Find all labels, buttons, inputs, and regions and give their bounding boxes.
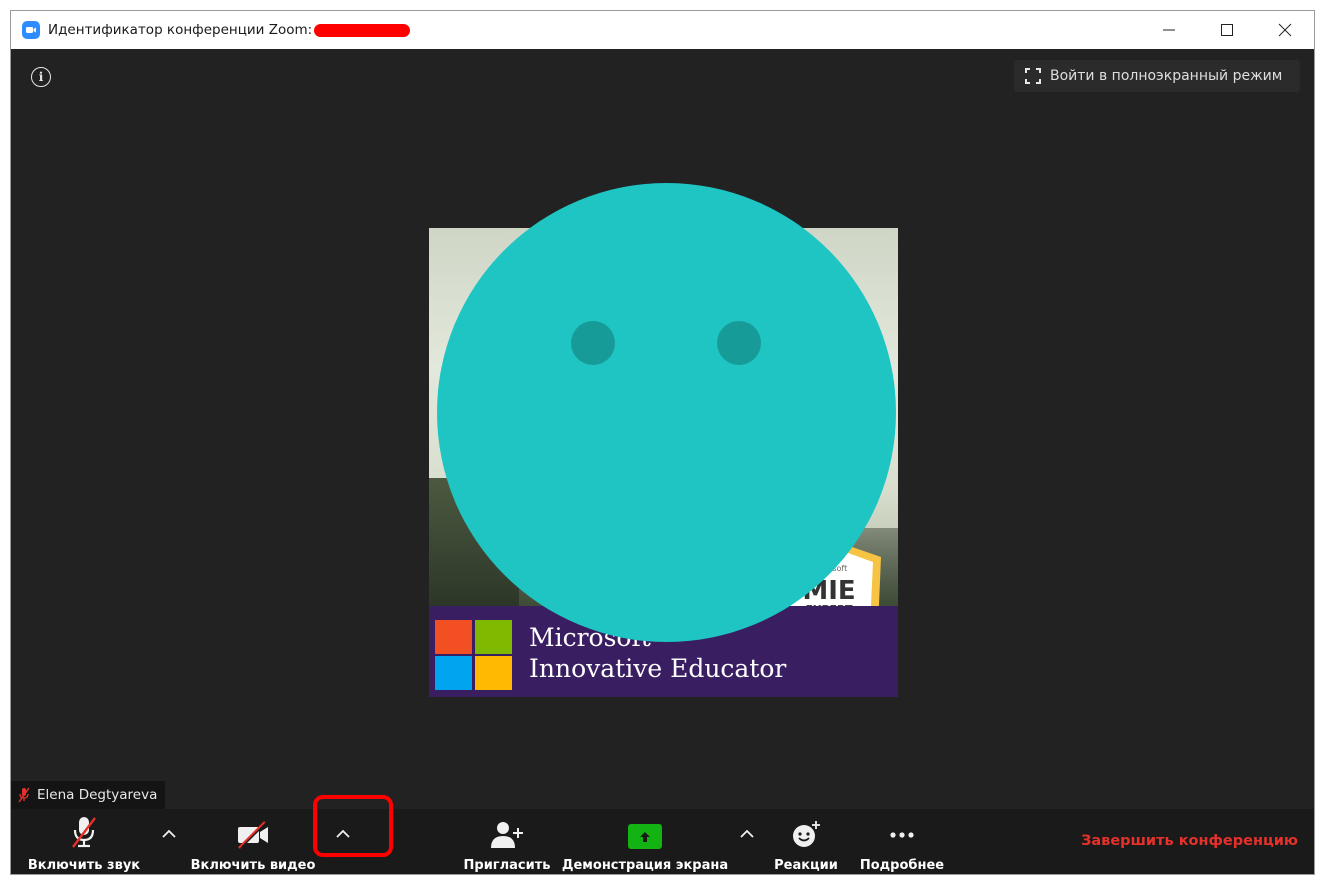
fullscreen-icon bbox=[1025, 68, 1041, 84]
more-dots-icon bbox=[890, 832, 914, 838]
reaction-smiley-icon bbox=[793, 821, 820, 847]
minimize-button[interactable] bbox=[1140, 11, 1198, 49]
zoom-window: Идентификатор конференции Zoom: i Войти … bbox=[10, 10, 1315, 875]
microphone-muted-icon bbox=[72, 817, 96, 848]
invite-label: Пригласить bbox=[463, 858, 551, 873]
maximize-icon bbox=[1221, 24, 1233, 36]
zoom-app-icon bbox=[22, 21, 40, 39]
face-cover bbox=[437, 183, 896, 642]
share-options-button[interactable] bbox=[737, 825, 757, 841]
more-button[interactable]: Подробнее bbox=[847, 809, 957, 874]
invite-button[interactable]: Пригласить bbox=[461, 809, 553, 874]
redaction-mark bbox=[314, 23, 411, 37]
audio-options-button[interactable] bbox=[159, 825, 179, 841]
banner-line-2: Innovative Educator bbox=[529, 654, 787, 683]
reactions-button[interactable]: Реакции bbox=[769, 809, 843, 874]
minimize-icon bbox=[1163, 29, 1175, 31]
fullscreen-label: Войти в полноэкранный режим bbox=[1050, 68, 1283, 84]
start-video-button[interactable]: Включить видео bbox=[190, 809, 316, 874]
meeting-toolbar: Включить звук Включить видео Пригласить … bbox=[11, 795, 1314, 874]
reactions-label: Реакции bbox=[774, 858, 838, 873]
unmute-button[interactable]: Включить звук bbox=[25, 809, 143, 874]
close-icon bbox=[1278, 23, 1292, 37]
add-participant-icon bbox=[491, 822, 523, 848]
title-bar: Идентификатор конференции Zoom: bbox=[11, 11, 1314, 49]
maximize-button[interactable] bbox=[1198, 11, 1256, 49]
info-icon[interactable]: i bbox=[31, 67, 51, 87]
highlight-box bbox=[313, 795, 393, 857]
chevron-up-icon bbox=[740, 829, 754, 838]
start-video-label: Включить видео bbox=[190, 858, 316, 873]
chevron-up-icon bbox=[162, 829, 176, 838]
fullscreen-button[interactable]: Войти в полноэкранный режим bbox=[1014, 60, 1300, 92]
participant-name: Elena Degtyareva bbox=[37, 787, 158, 803]
unmute-label: Включить звук bbox=[27, 858, 141, 873]
share-screen-button[interactable]: Демонстрация экрана bbox=[559, 809, 731, 874]
video-options-button[interactable] bbox=[333, 825, 353, 841]
muted-mic-icon bbox=[18, 787, 30, 803]
end-meeting-button[interactable]: Завершить конференцию bbox=[1081, 833, 1298, 849]
share-screen-icon bbox=[628, 824, 662, 849]
chevron-up-icon bbox=[336, 829, 350, 838]
meeting-area: i Войти в полноэкранный режим Microsoft … bbox=[11, 49, 1314, 809]
camera-off-icon bbox=[238, 821, 268, 849]
close-button[interactable] bbox=[1256, 11, 1314, 49]
window-title: Идентификатор конференции Zoom: bbox=[48, 22, 313, 38]
microsoft-logo-icon bbox=[435, 620, 512, 690]
participant-name-label: Elena Degtyareva bbox=[11, 781, 166, 809]
share-screen-label: Демонстрация экрана bbox=[561, 858, 729, 873]
more-label: Подробнее bbox=[859, 858, 945, 873]
